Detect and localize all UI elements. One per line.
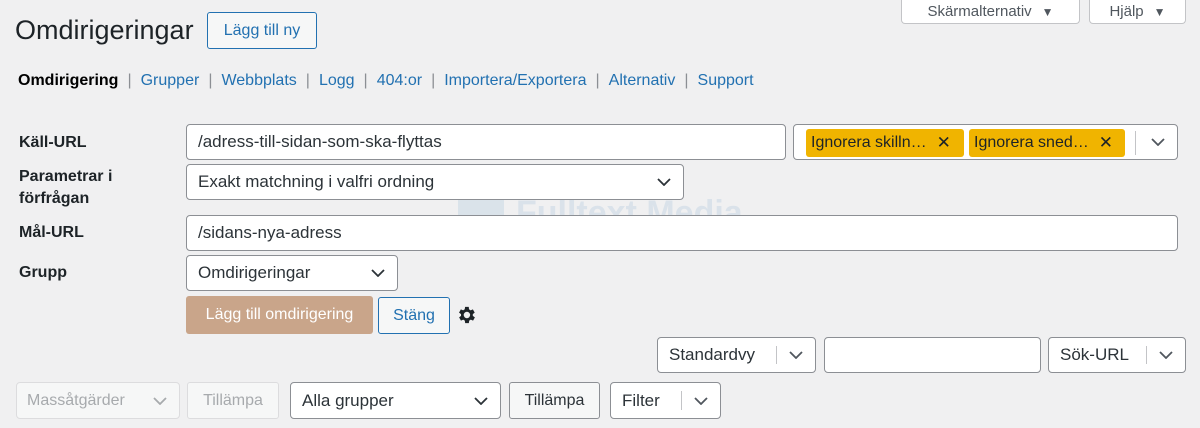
view-select-value: Standardvy	[669, 345, 755, 364]
chevron-down-icon	[1159, 351, 1173, 359]
search-input[interactable]	[824, 337, 1041, 373]
group-label: Grupp	[19, 264, 67, 281]
search-type-value: Sök-URL	[1060, 345, 1129, 364]
filter-value: Filter	[622, 390, 660, 410]
subnav-separator: |	[595, 72, 600, 89]
source-url-input[interactable]: /adress-till-sidan-som-ska-flyttas	[186, 124, 786, 160]
groups-select-value: Alla grupper	[302, 390, 394, 410]
subnav-item-log[interactable]: Logg	[319, 72, 355, 90]
triangle-down-icon: ▼	[1153, 4, 1166, 19]
target-url-input[interactable]: /sidans-nya-adress	[186, 215, 1178, 251]
subnav-item-support[interactable]: Support	[698, 72, 754, 90]
close-icon[interactable]: ✕	[937, 133, 951, 153]
divider	[1135, 131, 1136, 155]
filter-select[interactable]: Filter	[610, 382, 721, 419]
gear-icon[interactable]	[455, 304, 477, 326]
subnav-separator: |	[684, 72, 689, 89]
subnav: Omdirigering | Grupper | Webbplats | Log…	[18, 70, 754, 92]
chevron-down-icon	[694, 396, 708, 405]
view-select[interactable]: Standardvy	[657, 337, 816, 373]
query-params-select[interactable]: Exakt matchning i valfri ordning	[186, 164, 684, 200]
page-title: Omdirigeringar	[15, 15, 194, 45]
target-url-label: Mål-URL	[19, 224, 84, 241]
match-options-select[interactable]: Ignorera skilln… ✕ Ignorera sned… ✕	[793, 124, 1178, 160]
source-url-label: Käll-URL	[19, 134, 87, 151]
subnav-item-redirects[interactable]: Omdirigering	[18, 72, 118, 90]
chevron-down-icon	[474, 396, 488, 405]
subnav-item-import-export[interactable]: Importera/Exportera	[444, 72, 586, 90]
screen-options-label: Skärmalternativ	[927, 3, 1032, 20]
subnav-separator: |	[431, 72, 436, 89]
divider	[1146, 346, 1147, 364]
subnav-item-404s[interactable]: 404:or	[377, 72, 422, 90]
divider	[776, 346, 777, 364]
subnav-item-groups[interactable]: Grupper	[141, 72, 200, 90]
chevron-down-icon	[153, 396, 167, 405]
match-tag-label: Ignorera skilln…	[811, 134, 927, 151]
group-select[interactable]: Omdirigeringar	[186, 255, 398, 291]
bulk-actions-value: Massåtgärder	[27, 391, 125, 409]
chevron-down-icon	[371, 269, 385, 277]
match-tag: Ignorera sned… ✕	[969, 129, 1125, 157]
groups-select[interactable]: Alla grupper	[290, 382, 501, 419]
search-type-select[interactable]: Sök-URL	[1048, 337, 1186, 373]
subnav-item-options[interactable]: Alternativ	[609, 72, 676, 90]
subnav-separator: |	[127, 72, 132, 89]
help-label: Hjälp	[1109, 3, 1144, 20]
subnav-separator: |	[208, 72, 213, 89]
chevron-down-icon[interactable]	[1151, 138, 1165, 146]
subnav-separator: |	[363, 72, 368, 89]
add-new-button[interactable]: Lägg till ny	[207, 12, 317, 49]
screen-options-button[interactable]: Skärmalternativ ▼	[901, 0, 1080, 24]
query-params-label: Parametrar i förfrågan	[19, 168, 113, 207]
add-redirect-button[interactable]: Lägg till omdirigering	[186, 296, 373, 334]
close-icon[interactable]: ✕	[1099, 133, 1113, 153]
divider	[681, 391, 682, 410]
apply-bulk-button[interactable]: Tillämpa	[187, 382, 279, 419]
match-tag: Ignorera skilln… ✕	[806, 129, 964, 157]
group-value: Omdirigeringar	[198, 263, 311, 282]
chevron-down-icon	[789, 351, 803, 359]
subnav-separator: |	[305, 72, 310, 89]
close-button[interactable]: Stäng	[378, 297, 450, 334]
subnav-item-site[interactable]: Webbplats	[221, 72, 296, 90]
query-params-value: Exakt matchning i valfri ordning	[198, 172, 435, 191]
apply-group-button[interactable]: Tillämpa	[509, 382, 600, 419]
triangle-down-icon: ▼	[1041, 4, 1054, 19]
help-button[interactable]: Hjälp ▼	[1089, 0, 1186, 24]
bulk-actions-select[interactable]: Massåtgärder	[16, 382, 180, 419]
chevron-down-icon	[657, 178, 671, 186]
match-tag-label: Ignorera sned…	[974, 134, 1089, 151]
